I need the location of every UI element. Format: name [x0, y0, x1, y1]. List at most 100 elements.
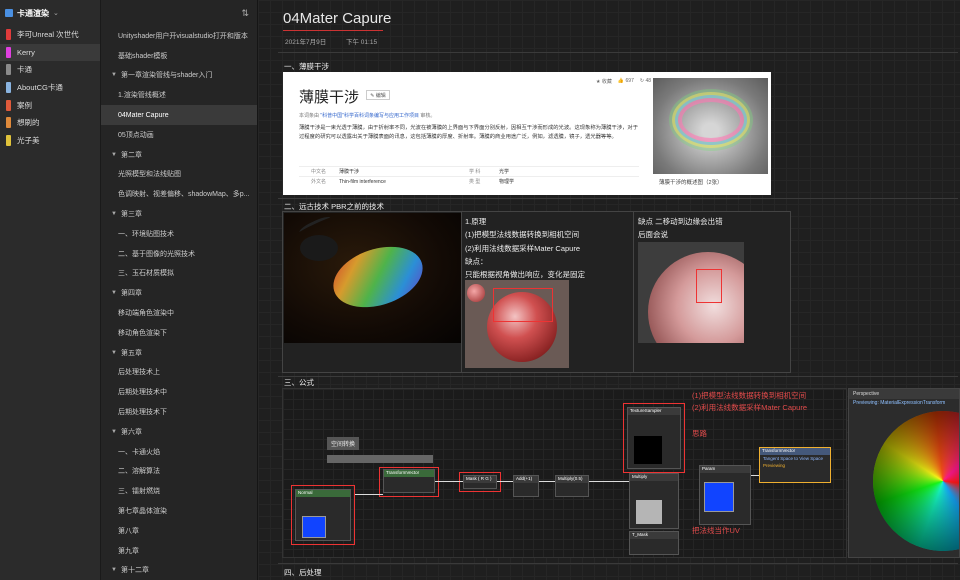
- text-line: (1)把模型法线数据转换到相机空间: [692, 391, 807, 400]
- page-item[interactable]: 一、卡通火焰: [101, 442, 257, 462]
- page-item[interactable]: 基础shader模板: [101, 46, 257, 66]
- page-item[interactable]: 后期处理技术下: [101, 402, 257, 422]
- notebook-item[interactable]: 案例: [0, 96, 100, 114]
- page-item[interactable]: 移动角色渲染下: [101, 323, 257, 343]
- page-item[interactable]: 移动端角色渲染中: [101, 303, 257, 323]
- page-item-label: 光照模型和法线贴图: [118, 171, 181, 179]
- notebook-item[interactable]: AboutCG卡通: [0, 79, 100, 97]
- page-item[interactable]: 色调映射、视差偏移、shadowMap、多p...: [101, 184, 257, 204]
- page-item[interactable]: 05顶点动画: [101, 125, 257, 145]
- page-item-label: 三、镭射燃烧: [118, 488, 160, 496]
- page-title[interactable]: 04Mater Capure: [283, 10, 391, 27]
- notebook-item[interactable]: 卡通: [0, 61, 100, 79]
- node-multiply: Multiply(0.5): [555, 475, 589, 497]
- page-item[interactable]: 04Mater Capure: [101, 105, 257, 125]
- node-param-title: Param: [700, 466, 750, 473]
- page-item[interactable]: ▼ 第十二章: [101, 561, 257, 580]
- page-item[interactable]: ▼ 第五章: [101, 343, 257, 363]
- page-item[interactable]: 光照模型和法线贴图: [101, 165, 257, 185]
- page-item[interactable]: ▼ 第一章渲染管线与shader入门: [101, 66, 257, 86]
- page-item-label: 第四章: [120, 290, 142, 298]
- page-item-label: 第十二章: [120, 567, 149, 575]
- beetle-image: [284, 213, 461, 343]
- page-item[interactable]: ▼ 第三章: [101, 204, 257, 224]
- page-item[interactable]: Unityshader用户开visualstudio打开和版本: [101, 26, 257, 46]
- page-item[interactable]: ▼ 第六章: [101, 422, 257, 442]
- page-item[interactable]: 后期处理技术中: [101, 382, 257, 402]
- page-item-label: 移动角色渲染下: [118, 329, 167, 337]
- wiki-source: 本词条由 "科普中国"科学百科词条编写与应用工作项目 审核。: [299, 112, 435, 119]
- node-add-title: Add(+1): [514, 476, 538, 483]
- wire: [497, 481, 513, 482]
- sort-icon[interactable]: ⇅: [241, 8, 249, 19]
- notebook-item[interactable]: 李可Unreal 次世代: [0, 26, 100, 44]
- page-item[interactable]: 第七章晶体渲染: [101, 501, 257, 521]
- page-item[interactable]: 1.渲染管线概述: [101, 85, 257, 105]
- section3-idea: 思路: [692, 429, 707, 438]
- page-item[interactable]: 三、镭射燃烧: [101, 481, 257, 501]
- title-underline: [283, 30, 383, 31]
- page-item[interactable]: 二、溶解算法: [101, 462, 257, 482]
- collapse-triangle-icon[interactable]: ▼: [111, 211, 117, 217]
- wiki-table-row: 中文名 薄膜干涉 学 科 光学: [299, 166, 639, 176]
- section2-drawback-text: 缺点 二移动到边缘会出错 后面会说: [638, 215, 723, 242]
- notebook-header[interactable]: 卡通渲染 ⌄: [0, 0, 100, 26]
- notebook-title: 卡通渲染: [17, 8, 49, 18]
- notebook-item[interactable]: 光子美: [0, 132, 100, 150]
- collapse-triangle-icon[interactable]: ▼: [111, 290, 117, 296]
- page-list-header: ⇅: [101, 0, 257, 26]
- wiki-table-cell: 中文名: [311, 169, 327, 175]
- divider: [278, 563, 958, 564]
- page-item[interactable]: 第九章: [101, 541, 257, 561]
- graph-comment: 空间转换: [327, 437, 360, 450]
- section3-notes: (1)把模型法线数据转换到相机空间 (2)利用法线数据采样Mater Capure: [692, 390, 807, 414]
- notebook-icon: [5, 9, 13, 17]
- chevron-down-icon[interactable]: ⌄: [53, 9, 59, 17]
- collapse-triangle-icon[interactable]: ▼: [111, 429, 117, 435]
- page-item[interactable]: 后处理技术上: [101, 363, 257, 383]
- page-item-label: 一、环境贴图技术: [118, 230, 174, 238]
- wiki-body: 薄膜干涉是一束光透于薄膜，由于折射率不同，光波在被薄膜的上界面与下界面分别反射，…: [299, 125, 639, 140]
- page-item-label: 三、玉石材质模拟: [118, 270, 174, 278]
- text-line: 缺点 二移动到边缘会出错: [638, 217, 723, 226]
- wire: [751, 475, 759, 476]
- notebook-color-tag: [6, 46, 11, 58]
- page-item-label: 第二章: [120, 151, 142, 159]
- wiki-like: 👍 697: [617, 78, 634, 84]
- wiki-table-cell: 学 科: [469, 169, 481, 175]
- page-time: 下午 01:15: [346, 39, 378, 46]
- collapse-triangle-icon[interactable]: ▼: [111, 567, 117, 573]
- notebook-sidebar: 卡通渲染 ⌄ 李可Unreal 次世代 Kerry 卡通 AboutCG卡通 案例 想刷的…: [0, 0, 101, 580]
- collapse-triangle-icon[interactable]: ▼: [111, 350, 117, 356]
- notebook-item[interactable]: 想刷的: [0, 114, 100, 132]
- page-item[interactable]: 第八章: [101, 521, 257, 541]
- notebook-color-tag: [6, 117, 11, 129]
- page-item[interactable]: 二、基于图像的光照技术: [101, 244, 257, 264]
- node-transform2: TransformVector Tangent Space to View Sp…: [759, 447, 831, 483]
- page-item[interactable]: ▼ 第二章: [101, 145, 257, 165]
- page-item[interactable]: ▼ 第四章: [101, 283, 257, 303]
- notebook-item-label: 李可Unreal 次世代: [17, 30, 79, 40]
- notebook-item-label: 光子美: [17, 135, 40, 145]
- wiki-edit-button: ✎ 编辑: [366, 90, 390, 100]
- notebook-item[interactable]: Kerry: [0, 43, 100, 62]
- page-item-label: 1.渲染管线概述: [118, 92, 166, 100]
- collapse-triangle-icon[interactable]: ▼: [111, 152, 117, 158]
- wiki-star: ★ 收藏: [596, 79, 612, 85]
- page-content: 04Mater Capure 2021年7月9日 下午 01:15 一、薄膜干涉…: [258, 0, 960, 580]
- wiki-table-row: 外文名 Thin-film interference 类 型 物理学: [299, 176, 639, 186]
- notebook-color-tag: [6, 99, 11, 111]
- notebook-color-tag: [6, 29, 11, 41]
- page-item[interactable]: 一、环境贴图技术: [101, 224, 257, 244]
- collapse-triangle-icon[interactable]: ▼: [111, 72, 117, 78]
- page-list-sidebar: ⇅ Unityshader用户开visualstudio打开和版本基础shade…: [101, 0, 258, 580]
- text-line: (2)利用法线数据采样Mater Capure: [465, 243, 581, 253]
- page-item[interactable]: 三、玉石材质模拟: [101, 264, 257, 284]
- node-texture-b: Multiply: [629, 473, 679, 529]
- page-item-label: 基础shader模板: [118, 52, 168, 60]
- text-line: (2)利用法线数据采样Mater Capure: [692, 403, 808, 412]
- wiki-table-cell: 类 型: [469, 179, 481, 185]
- wiki-table-cell: 光学: [499, 169, 510, 175]
- wire: [589, 481, 629, 482]
- page-item-label: 一、卡通火焰: [118, 448, 160, 456]
